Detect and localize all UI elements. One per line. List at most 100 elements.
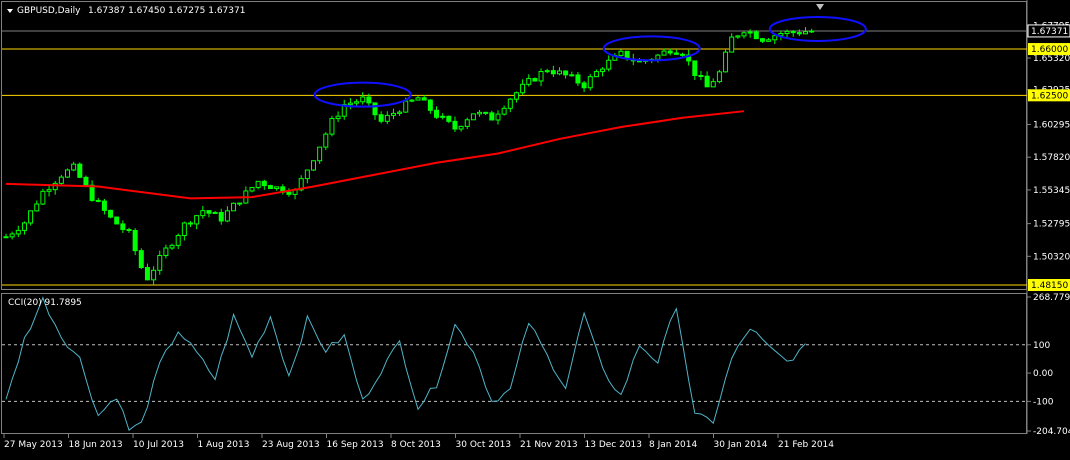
candle-body [796,32,802,35]
date-tick-label: 18 Jun 2013 [69,440,123,450]
candle-body [384,114,390,122]
candle [138,248,144,269]
candle-body [526,78,532,85]
candle-body [138,250,144,269]
candle-body [753,31,759,40]
candle-body [655,54,661,60]
candle-body [194,215,200,225]
candle-body [163,247,169,257]
candle-body [409,99,415,102]
price-tick-label: 1.57820 [1033,153,1070,163]
candle-body [759,38,765,42]
symbol-title: GBPUSD,Daily [17,6,81,16]
price-tick-label: 1.55345 [1033,186,1070,196]
candle-body [132,230,138,252]
candle [267,184,273,190]
cci-tick-label: 0.00 [1033,369,1053,379]
date-tick-label: 21 Nov 2013 [520,440,578,450]
candle [532,77,538,82]
candle-body [366,96,372,104]
candle [77,162,83,179]
candle-body [347,102,353,106]
cci-title: CCI(20) 91.7895 [8,298,82,308]
candle-body [175,234,181,246]
price-level-label: 1.66000 [1031,45,1068,55]
candle-body [477,111,483,115]
price-level-label: 1.48150 [1031,281,1068,291]
candle-body [501,107,507,115]
candle-body [329,118,335,135]
date-tick-label: 10 Jul 2013 [133,440,184,450]
candle [323,132,329,150]
candle-body [692,60,698,76]
candle-body [83,176,89,186]
candle-body [723,51,729,73]
candle-body [766,39,772,42]
date-tick-label: 13 Dec 2013 [585,440,643,450]
candle-body [218,211,224,222]
candle-body [790,30,796,34]
candle-body [151,269,157,281]
candle-body [698,74,704,77]
date-tick-label: 21 Feb 2014 [778,440,834,450]
candle-body [304,169,310,180]
candle-body [157,255,163,271]
candle-body [200,210,206,217]
candle-body [77,163,83,178]
candle-body [3,236,9,239]
candle-body [181,222,187,236]
chart-svg: 1.677951.653201.629251.602951.578201.553… [0,0,1070,456]
candle-body [458,125,464,130]
candle-body [71,163,77,171]
date-tick-label: 30 Jan 2014 [714,440,768,450]
candle-body [784,30,790,35]
candle-body [489,112,495,121]
candle-body [188,222,193,225]
candle-body [434,109,439,118]
candle-body [403,100,409,113]
candle-body [261,180,267,187]
candle-body [65,169,70,178]
candle-body [9,233,15,238]
candle-body [772,35,778,41]
cci-tick-label: -100 [1033,397,1054,407]
candle-body [206,210,212,214]
chart-background [0,0,1070,456]
candle-body [587,76,593,89]
candle-body [378,114,384,122]
candle-body [249,186,255,192]
candle-body [34,203,40,212]
candle-body [618,50,624,56]
candle-body [446,115,452,122]
candle-body [544,70,550,73]
candle [108,209,114,219]
candle-body [89,184,95,201]
candle-body [231,202,237,212]
candle-body [520,83,526,94]
candle-body [747,31,753,34]
candle-body [390,112,396,116]
candle [723,48,729,73]
candle-body [95,199,101,202]
candle [470,113,476,121]
candle-body [169,244,175,249]
candle-body [255,180,261,188]
candle-body [803,31,808,35]
candle-body [809,30,815,33]
candle-body [427,99,433,111]
candle-body [606,59,612,70]
candle-body [667,50,673,54]
candle-body [360,96,366,103]
candle-body [126,229,132,232]
candle-body [661,50,667,56]
candle-body [58,176,64,184]
candle [329,115,335,137]
date-tick-label: 8 Oct 2013 [391,440,441,450]
candle-body [335,115,341,120]
candle-body [237,202,243,205]
candle-body [40,190,46,205]
candle-body [120,223,126,231]
candle-body [569,74,575,77]
candle-body [286,191,292,195]
candle [311,160,316,172]
